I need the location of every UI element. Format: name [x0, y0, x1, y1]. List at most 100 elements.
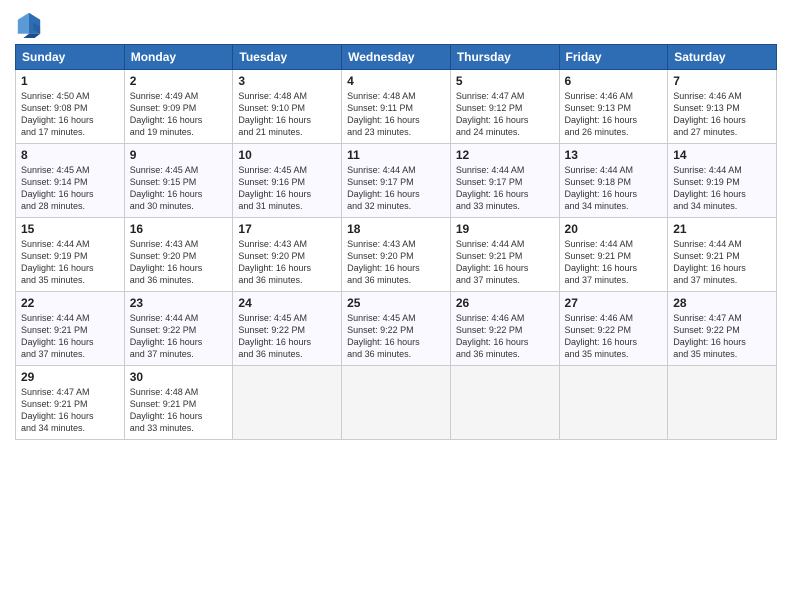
calendar-cell: 26 Sunrise: 4:46 AM Sunset: 9:22 PM Dayli… [450, 292, 559, 366]
calendar-cell: 19 Sunrise: 4:44 AM Sunset: 9:21 PM Dayli… [450, 218, 559, 292]
day-info: Sunrise: 4:44 AM Sunset: 9:21 PM Dayligh… [456, 238, 554, 287]
calendar-cell: 13 Sunrise: 4:44 AM Sunset: 9:18 PM Dayli… [559, 144, 668, 218]
day-header-friday: Friday [559, 45, 668, 70]
day-number: 25 [347, 296, 445, 310]
day-info: Sunrise: 4:45 AM Sunset: 9:14 PM Dayligh… [21, 164, 119, 213]
header [15, 10, 777, 38]
calendar-week-4: 22 Sunrise: 4:44 AM Sunset: 9:21 PM Dayli… [16, 292, 777, 366]
calendar-week-3: 15 Sunrise: 4:44 AM Sunset: 9:19 PM Dayli… [16, 218, 777, 292]
day-info: Sunrise: 4:50 AM Sunset: 9:08 PM Dayligh… [21, 90, 119, 139]
day-number: 5 [456, 74, 554, 88]
calendar-cell: 5 Sunrise: 4:47 AM Sunset: 9:12 PM Daylig… [450, 70, 559, 144]
day-header-monday: Monday [124, 45, 233, 70]
calendar-cell: 29Sunrise: 4:47 AM Sunset: 9:21 PM Dayli… [16, 366, 125, 440]
day-number: 22 [21, 296, 119, 310]
calendar-cell: 14 Sunrise: 4:44 AM Sunset: 9:19 PM Dayli… [668, 144, 777, 218]
day-number: 9 [130, 148, 228, 162]
day-info: Sunrise: 4:47 AM Sunset: 9:22 PM Dayligh… [673, 312, 771, 361]
calendar-cell: 10 Sunrise: 4:45 AM Sunset: 9:16 PM Dayli… [233, 144, 342, 218]
calendar-cell: 21 Sunrise: 4:44 AM Sunset: 9:21 PM Dayli… [668, 218, 777, 292]
calendar-cell: 9 Sunrise: 4:45 AM Sunset: 9:15 PM Daylig… [124, 144, 233, 218]
calendar-cell: 18 Sunrise: 4:43 AM Sunset: 9:20 PM Dayli… [342, 218, 451, 292]
day-info: Sunrise: 4:43 AM Sunset: 9:20 PM Dayligh… [130, 238, 228, 287]
calendar-cell: 8 Sunrise: 4:45 AM Sunset: 9:14 PM Daylig… [16, 144, 125, 218]
day-info: Sunrise: 4:44 AM Sunset: 9:19 PM Dayligh… [21, 238, 119, 287]
day-number: 2 [130, 74, 228, 88]
day-number: 18 [347, 222, 445, 236]
day-header-tuesday: Tuesday [233, 45, 342, 70]
day-number: 8 [21, 148, 119, 162]
day-info: Sunrise: 4:45 AM Sunset: 9:15 PM Dayligh… [130, 164, 228, 213]
day-number: 20 [565, 222, 663, 236]
calendar-cell: 22 Sunrise: 4:44 AM Sunset: 9:21 PM Dayli… [16, 292, 125, 366]
day-number: 6 [565, 74, 663, 88]
calendar-cell: 25Sunrise: 4:45 AM Sunset: 9:22 PM Dayli… [342, 292, 451, 366]
day-header-thursday: Thursday [450, 45, 559, 70]
calendar-cell: 27 Sunrise: 4:46 AM Sunset: 9:22 PM Dayli… [559, 292, 668, 366]
calendar-cell: 24Sunrise: 4:45 AM Sunset: 9:22 PM Dayli… [233, 292, 342, 366]
day-number: 30 [130, 370, 228, 384]
day-info: Sunrise: 4:44 AM Sunset: 9:21 PM Dayligh… [673, 238, 771, 287]
calendar-cell: 3 Sunrise: 4:48 AM Sunset: 9:10 PM Daylig… [233, 70, 342, 144]
calendar-week-5: 29Sunrise: 4:47 AM Sunset: 9:21 PM Dayli… [16, 366, 777, 440]
calendar-cell: 20Sunrise: 4:44 AM Sunset: 9:21 PM Dayli… [559, 218, 668, 292]
day-info: Sunrise: 4:43 AM Sunset: 9:20 PM Dayligh… [347, 238, 445, 287]
day-info: Sunrise: 4:49 AM Sunset: 9:09 PM Dayligh… [130, 90, 228, 139]
day-number: 17 [238, 222, 336, 236]
day-info: Sunrise: 4:44 AM Sunset: 9:17 PM Dayligh… [456, 164, 554, 213]
calendar-cell: 12 Sunrise: 4:44 AM Sunset: 9:17 PM Dayli… [450, 144, 559, 218]
day-number: 16 [130, 222, 228, 236]
calendar-cell [559, 366, 668, 440]
logo-icon [15, 10, 43, 38]
calendar-week-1: 1 Sunrise: 4:50 AM Sunset: 9:08 PM Daylig… [16, 70, 777, 144]
day-number: 19 [456, 222, 554, 236]
day-number: 27 [565, 296, 663, 310]
day-header-sunday: Sunday [16, 45, 125, 70]
header-row: SundayMondayTuesdayWednesdayThursdayFrid… [16, 45, 777, 70]
calendar-cell: 7 Sunrise: 4:46 AM Sunset: 9:13 PM Daylig… [668, 70, 777, 144]
day-number: 3 [238, 74, 336, 88]
calendar-cell: 30Sunrise: 4:48 AM Sunset: 9:21 PM Dayli… [124, 366, 233, 440]
day-info: Sunrise: 4:44 AM Sunset: 9:17 PM Dayligh… [347, 164, 445, 213]
day-number: 29 [21, 370, 119, 384]
day-number: 21 [673, 222, 771, 236]
day-info: Sunrise: 4:45 AM Sunset: 9:16 PM Dayligh… [238, 164, 336, 213]
day-info: Sunrise: 4:44 AM Sunset: 9:19 PM Dayligh… [673, 164, 771, 213]
day-header-wednesday: Wednesday [342, 45, 451, 70]
calendar-cell [668, 366, 777, 440]
day-info: Sunrise: 4:46 AM Sunset: 9:13 PM Dayligh… [673, 90, 771, 139]
day-number: 7 [673, 74, 771, 88]
day-number: 12 [456, 148, 554, 162]
calendar-cell: 1 Sunrise: 4:50 AM Sunset: 9:08 PM Daylig… [16, 70, 125, 144]
day-info: Sunrise: 4:44 AM Sunset: 9:18 PM Dayligh… [565, 164, 663, 213]
calendar-cell: 2 Sunrise: 4:49 AM Sunset: 9:09 PM Daylig… [124, 70, 233, 144]
day-number: 28 [673, 296, 771, 310]
day-header-saturday: Saturday [668, 45, 777, 70]
calendar-cell: 28 Sunrise: 4:47 AM Sunset: 9:22 PM Dayli… [668, 292, 777, 366]
day-info: Sunrise: 4:48 AM Sunset: 9:10 PM Dayligh… [238, 90, 336, 139]
day-number: 4 [347, 74, 445, 88]
day-number: 23 [130, 296, 228, 310]
calendar-table: SundayMondayTuesdayWednesdayThursdayFrid… [15, 44, 777, 440]
calendar-cell [233, 366, 342, 440]
calendar-cell [450, 366, 559, 440]
day-info: Sunrise: 4:46 AM Sunset: 9:13 PM Dayligh… [565, 90, 663, 139]
day-number: 1 [21, 74, 119, 88]
calendar-cell: 11 Sunrise: 4:44 AM Sunset: 9:17 PM Dayli… [342, 144, 451, 218]
day-info: Sunrise: 4:43 AM Sunset: 9:20 PM Dayligh… [238, 238, 336, 287]
day-number: 15 [21, 222, 119, 236]
day-info: Sunrise: 4:44 AM Sunset: 9:21 PM Dayligh… [21, 312, 119, 361]
day-info: Sunrise: 4:46 AM Sunset: 9:22 PM Dayligh… [565, 312, 663, 361]
day-info: Sunrise: 4:48 AM Sunset: 9:11 PM Dayligh… [347, 90, 445, 139]
day-number: 10 [238, 148, 336, 162]
day-number: 11 [347, 148, 445, 162]
calendar-cell: 23Sunrise: 4:44 AM Sunset: 9:22 PM Dayli… [124, 292, 233, 366]
day-info: Sunrise: 4:47 AM Sunset: 9:12 PM Dayligh… [456, 90, 554, 139]
day-info: Sunrise: 4:45 AM Sunset: 9:22 PM Dayligh… [238, 312, 336, 361]
calendar-cell: 16 Sunrise: 4:43 AM Sunset: 9:20 PM Dayli… [124, 218, 233, 292]
calendar-cell: 4 Sunrise: 4:48 AM Sunset: 9:11 PM Daylig… [342, 70, 451, 144]
day-number: 26 [456, 296, 554, 310]
day-number: 14 [673, 148, 771, 162]
day-number: 13 [565, 148, 663, 162]
day-info: Sunrise: 4:46 AM Sunset: 9:22 PM Dayligh… [456, 312, 554, 361]
